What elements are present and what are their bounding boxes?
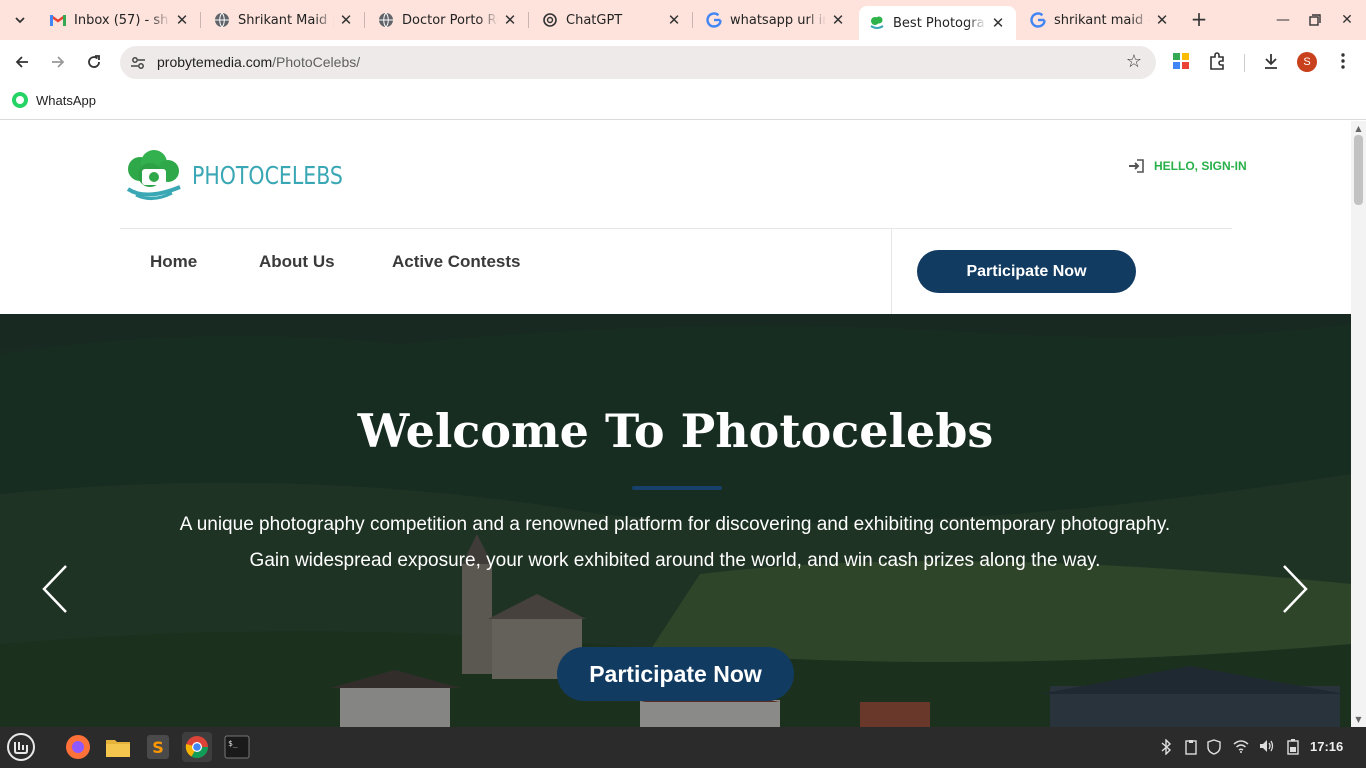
shield-icon[interactable] xyxy=(1207,739,1221,757)
back-arrow-icon[interactable] xyxy=(10,50,34,74)
slider-next-arrow-icon[interactable] xyxy=(1280,564,1310,614)
site-settings-icon[interactable] xyxy=(128,53,148,73)
tab-separator xyxy=(692,12,693,28)
svg-text:S: S xyxy=(152,738,164,757)
logo-camera-cloud-icon xyxy=(126,150,181,200)
sign-in-link[interactable]: HELLO, SIGN-IN xyxy=(1128,159,1247,173)
chatgpt-icon xyxy=(542,12,558,28)
tab-title: ChatGPT xyxy=(566,12,623,28)
photocelebs-icon xyxy=(869,15,885,31)
tab-separator xyxy=(200,12,201,28)
files-folder-icon[interactable] xyxy=(103,732,133,762)
scroll-down-icon[interactable]: ▼ xyxy=(1354,716,1363,724)
tab-title: Doctor Porto Re xyxy=(402,12,498,28)
page-viewport: PHOTOCELEBS HELLO, SIGN-IN Home About Us… xyxy=(0,121,1351,727)
close-icon[interactable]: ✕ xyxy=(666,12,682,28)
url-path: /PhotoCelebs/ xyxy=(272,54,361,70)
clipboard-icon[interactable] xyxy=(1184,739,1198,757)
close-icon[interactable]: ✕ xyxy=(174,12,190,28)
browser-toolbar: probytemedia.com/PhotoCelebs/ ☆ S xyxy=(0,40,1366,84)
terminal-icon[interactable]: $_ xyxy=(222,732,252,762)
hero-slider: Welcome To Photocelebs A unique photogra… xyxy=(0,314,1351,727)
maximize-icon[interactable] xyxy=(1303,8,1327,32)
firefox-icon[interactable] xyxy=(63,732,93,762)
mint-menu-icon[interactable] xyxy=(6,732,36,762)
new-tab-plus-icon[interactable]: + xyxy=(1188,9,1210,31)
tab-title: whatsapp url in xyxy=(730,12,826,28)
toolbar-divider xyxy=(1244,54,1245,72)
url-text[interactable]: probytemedia.com/PhotoCelebs/ xyxy=(157,54,360,70)
page-scrollbar[interactable]: ▲ ▼ xyxy=(1351,121,1366,727)
tab-shrikant-google[interactable]: shrikant maid - G ✕ xyxy=(1020,4,1180,36)
tab-strip: Inbox (57) - shrikant ✕ Shrikant Maid | … xyxy=(0,0,1366,40)
tab-separator xyxy=(528,12,529,28)
address-bar[interactable]: probytemedia.com/PhotoCelebs/ ☆ xyxy=(120,46,1156,79)
tab-title: Best Photograp xyxy=(893,15,986,31)
download-icon[interactable] xyxy=(1261,51,1283,73)
extensions-puzzle-icon[interactable] xyxy=(1207,51,1229,73)
hero-participate-button[interactable]: Participate Now xyxy=(557,647,794,701)
google-icon xyxy=(706,12,722,28)
nav-divider xyxy=(120,228,1232,229)
tab-title: Shrikant Maid | W xyxy=(238,12,334,28)
slider-prev-arrow-icon[interactable] xyxy=(40,564,70,614)
os-taskbar: S $_ 17:16 xyxy=(0,727,1366,768)
tab-title: Inbox (57) - shrikant xyxy=(74,12,170,28)
tab-photocelebs-active[interactable]: Best Photograp ✕ xyxy=(859,6,1016,40)
close-icon[interactable]: ✕ xyxy=(1154,12,1170,28)
volume-icon[interactable] xyxy=(1259,739,1275,757)
globe-icon xyxy=(378,12,394,28)
bookmark-label: WhatsApp xyxy=(36,92,96,108)
url-domain: probytemedia.com xyxy=(157,54,273,70)
hero-title: Welcome To Photocelebs xyxy=(357,404,994,458)
menu-kebab-icon[interactable] xyxy=(1333,51,1355,73)
scrollbar-thumb[interactable] xyxy=(1354,135,1363,205)
close-icon[interactable]: ✕ xyxy=(502,12,518,28)
google-lens-extension-icon[interactable] xyxy=(1171,51,1193,73)
wifi-icon[interactable] xyxy=(1233,739,1249,757)
tab-separator xyxy=(364,12,365,28)
menu-active-contests[interactable]: Active Contests xyxy=(392,252,520,272)
minimize-icon[interactable]: — xyxy=(1271,8,1295,32)
logo-wordmark: PHOTOCELEBS xyxy=(192,160,343,190)
globe-icon xyxy=(214,12,230,28)
tab-whatsapp-url[interactable]: whatsapp url in ✕ xyxy=(696,4,856,36)
header-participate-button[interactable]: Participate Now xyxy=(917,250,1136,293)
tab-gmail[interactable]: Inbox (57) - shrikant ✕ xyxy=(40,4,200,36)
scroll-up-icon[interactable]: ▲ xyxy=(1354,125,1363,133)
menu-home[interactable]: Home xyxy=(150,252,197,272)
chrome-icon[interactable] xyxy=(182,732,212,762)
google-icon xyxy=(1030,12,1046,28)
gmail-icon xyxy=(50,12,66,28)
bluetooth-icon[interactable] xyxy=(1160,738,1172,757)
hero-title-underline xyxy=(632,486,722,490)
tab-search-chevron-icon[interactable] xyxy=(8,8,32,32)
close-icon[interactable]: ✕ xyxy=(990,15,1006,31)
sign-in-label: HELLO, SIGN-IN xyxy=(1154,159,1247,173)
tab-chatgpt[interactable]: ChatGPT ✕ xyxy=(532,4,692,36)
whatsapp-icon xyxy=(12,92,28,108)
profile-avatar[interactable]: S xyxy=(1297,52,1317,72)
menu-about-us[interactable]: About Us xyxy=(259,252,335,272)
sublime-text-icon[interactable]: S xyxy=(143,732,173,762)
reload-icon[interactable] xyxy=(82,50,106,74)
svg-text:$_: $_ xyxy=(228,739,238,748)
sign-in-icon xyxy=(1128,159,1144,173)
battery-icon[interactable] xyxy=(1286,739,1300,757)
nav-vertical-divider xyxy=(891,228,892,314)
bookmark-whatsapp[interactable]: WhatsApp xyxy=(12,92,96,108)
site-logo[interactable]: PHOTOCELEBS xyxy=(122,147,376,203)
tab-title: shrikant maid - G xyxy=(1054,12,1150,28)
close-icon[interactable]: ✕ xyxy=(338,12,354,28)
close-icon[interactable]: ✕ xyxy=(830,12,846,28)
tab-doctor-porto[interactable]: Doctor Porto Re ✕ xyxy=(368,4,528,36)
tab-shrikant-maid[interactable]: Shrikant Maid | W ✕ xyxy=(204,4,364,36)
system-clock[interactable]: 17:16 xyxy=(1310,739,1343,754)
window-close-icon[interactable]: ✕ xyxy=(1335,8,1359,32)
forward-arrow-icon[interactable] xyxy=(46,50,70,74)
bookmark-star-icon[interactable]: ☆ xyxy=(1126,51,1142,72)
bookmarks-bar: WhatsApp xyxy=(0,84,1366,120)
hero-description: A unique photography competition and a r… xyxy=(179,514,1171,571)
